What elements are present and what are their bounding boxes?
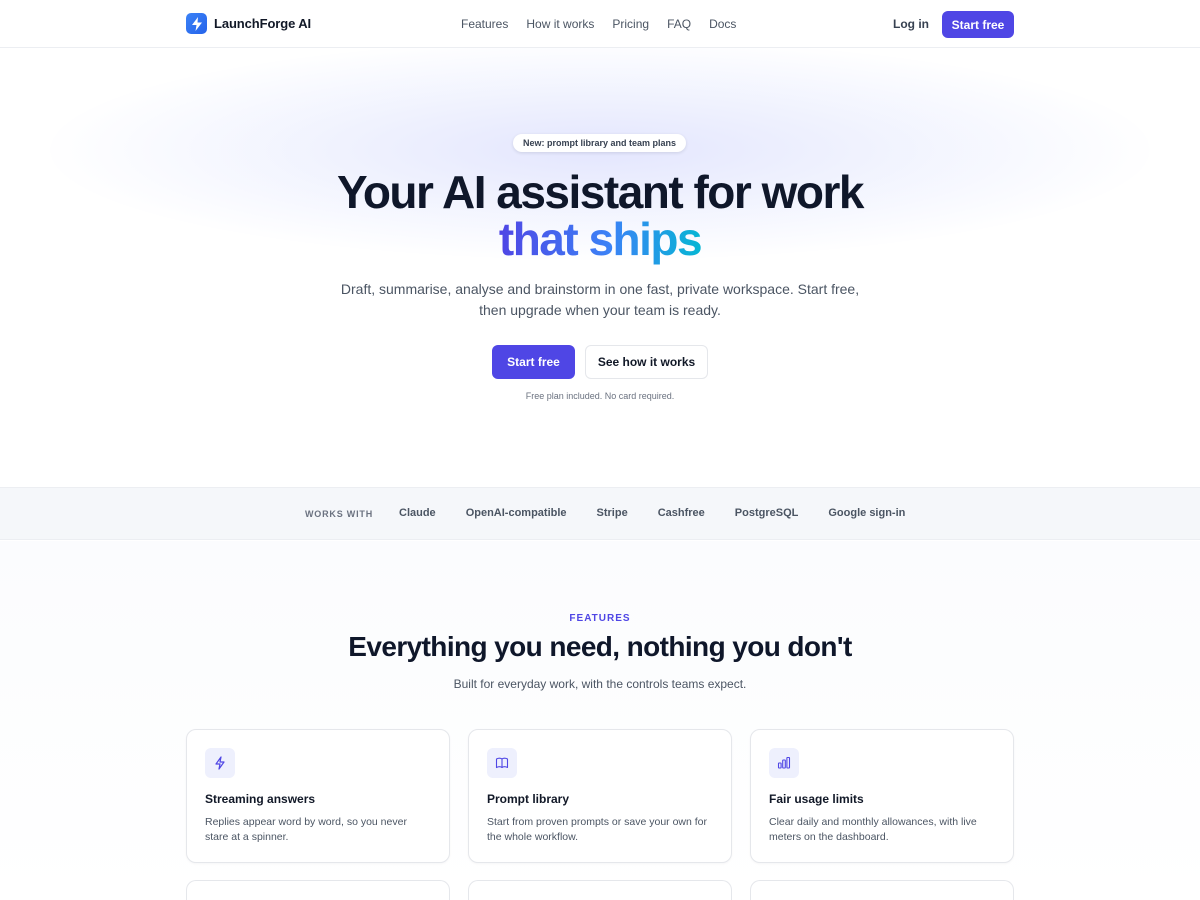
- hero-title-gradient-text: that ships: [498, 213, 703, 265]
- feature-card-title: Streaming answers: [205, 792, 316, 806]
- nav-link-how-it-works[interactable]: How it works: [526, 17, 594, 31]
- hero-subtitle: Draft, summarise, analyse and brainstorm…: [340, 281, 860, 318]
- hero-title: Your AI assistant for work: [337, 166, 864, 218]
- features-subtitle: Built for everyday work, with the contro…: [453, 677, 747, 691]
- works-with-strip: WORKS WITH Claude OpenAI-compatible Stri…: [0, 487, 1200, 540]
- feature-card-partial: [186, 880, 450, 900]
- feature-card-title: Prompt library: [487, 792, 570, 806]
- integration-cashfree: Cashfree: [657, 507, 705, 519]
- feature-card-partial: [750, 880, 1014, 900]
- features-title: Everything you need, nothing you don't: [348, 631, 852, 662]
- nav-link-pricing[interactable]: Pricing: [612, 17, 649, 31]
- feature-card-prompt-library: Prompt library Start from proven prompts…: [468, 729, 732, 863]
- feature-card-fair-usage-limits: Fair usage limits Clear daily and monthl…: [750, 729, 1014, 863]
- feature-card-description: Replies appear word by word, so you neve…: [205, 816, 407, 843]
- feature-card-description: Clear daily and monthly allowances, with…: [769, 816, 977, 843]
- integration-postgresql: PostgreSQL: [734, 507, 799, 519]
- integration-claude: Claude: [399, 507, 436, 519]
- feature-card-title: Fair usage limits: [769, 792, 864, 806]
- brand-name: LaunchForge AI: [214, 16, 312, 31]
- nav-start-free-button[interactable]: Start free: [942, 11, 1014, 38]
- nav-link-faq[interactable]: FAQ: [667, 17, 691, 31]
- feature-card-description: Start from proven prompts or save your o…: [487, 816, 708, 843]
- nav-links: Features How it works Pricing FAQ Docs: [461, 17, 736, 31]
- bar-chart-icon: [769, 748, 799, 778]
- hero-note: Free plan included. No card required.: [525, 391, 675, 401]
- top-navbar: LaunchForge AI Features How it works Pri…: [0, 0, 1200, 48]
- integration-stripe: Stripe: [596, 507, 628, 519]
- hero-start-free-button[interactable]: Start free: [492, 345, 575, 379]
- works-with-label: WORKS WITH: [305, 509, 373, 519]
- see-how-it-works-button[interactable]: See how it works: [585, 345, 708, 379]
- brand-logo-link[interactable]: LaunchForge AI: [186, 13, 311, 34]
- book-icon: [487, 748, 517, 778]
- nav-link-features[interactable]: Features: [461, 17, 508, 31]
- features-eyebrow: FEATURES: [569, 613, 631, 624]
- bolt-icon: [205, 748, 235, 778]
- hero-title-highlight: that ships: [0, 215, 1200, 263]
- bolt-icon: [186, 13, 207, 34]
- login-link[interactable]: Log in: [893, 17, 929, 31]
- integration-openai-compatible: OpenAI-compatible: [465, 507, 567, 519]
- nav-link-docs[interactable]: Docs: [709, 17, 736, 31]
- feature-card-streaming-answers: Streaming answers Replies appear word by…: [186, 729, 450, 863]
- announcement-badge: New: prompt library and team plans: [513, 134, 686, 152]
- feature-card-partial: [468, 880, 732, 900]
- integration-list: Claude OpenAI-compatible Stripe Cashfree…: [399, 507, 905, 519]
- integration-google-sign-in: Google sign-in: [828, 507, 906, 519]
